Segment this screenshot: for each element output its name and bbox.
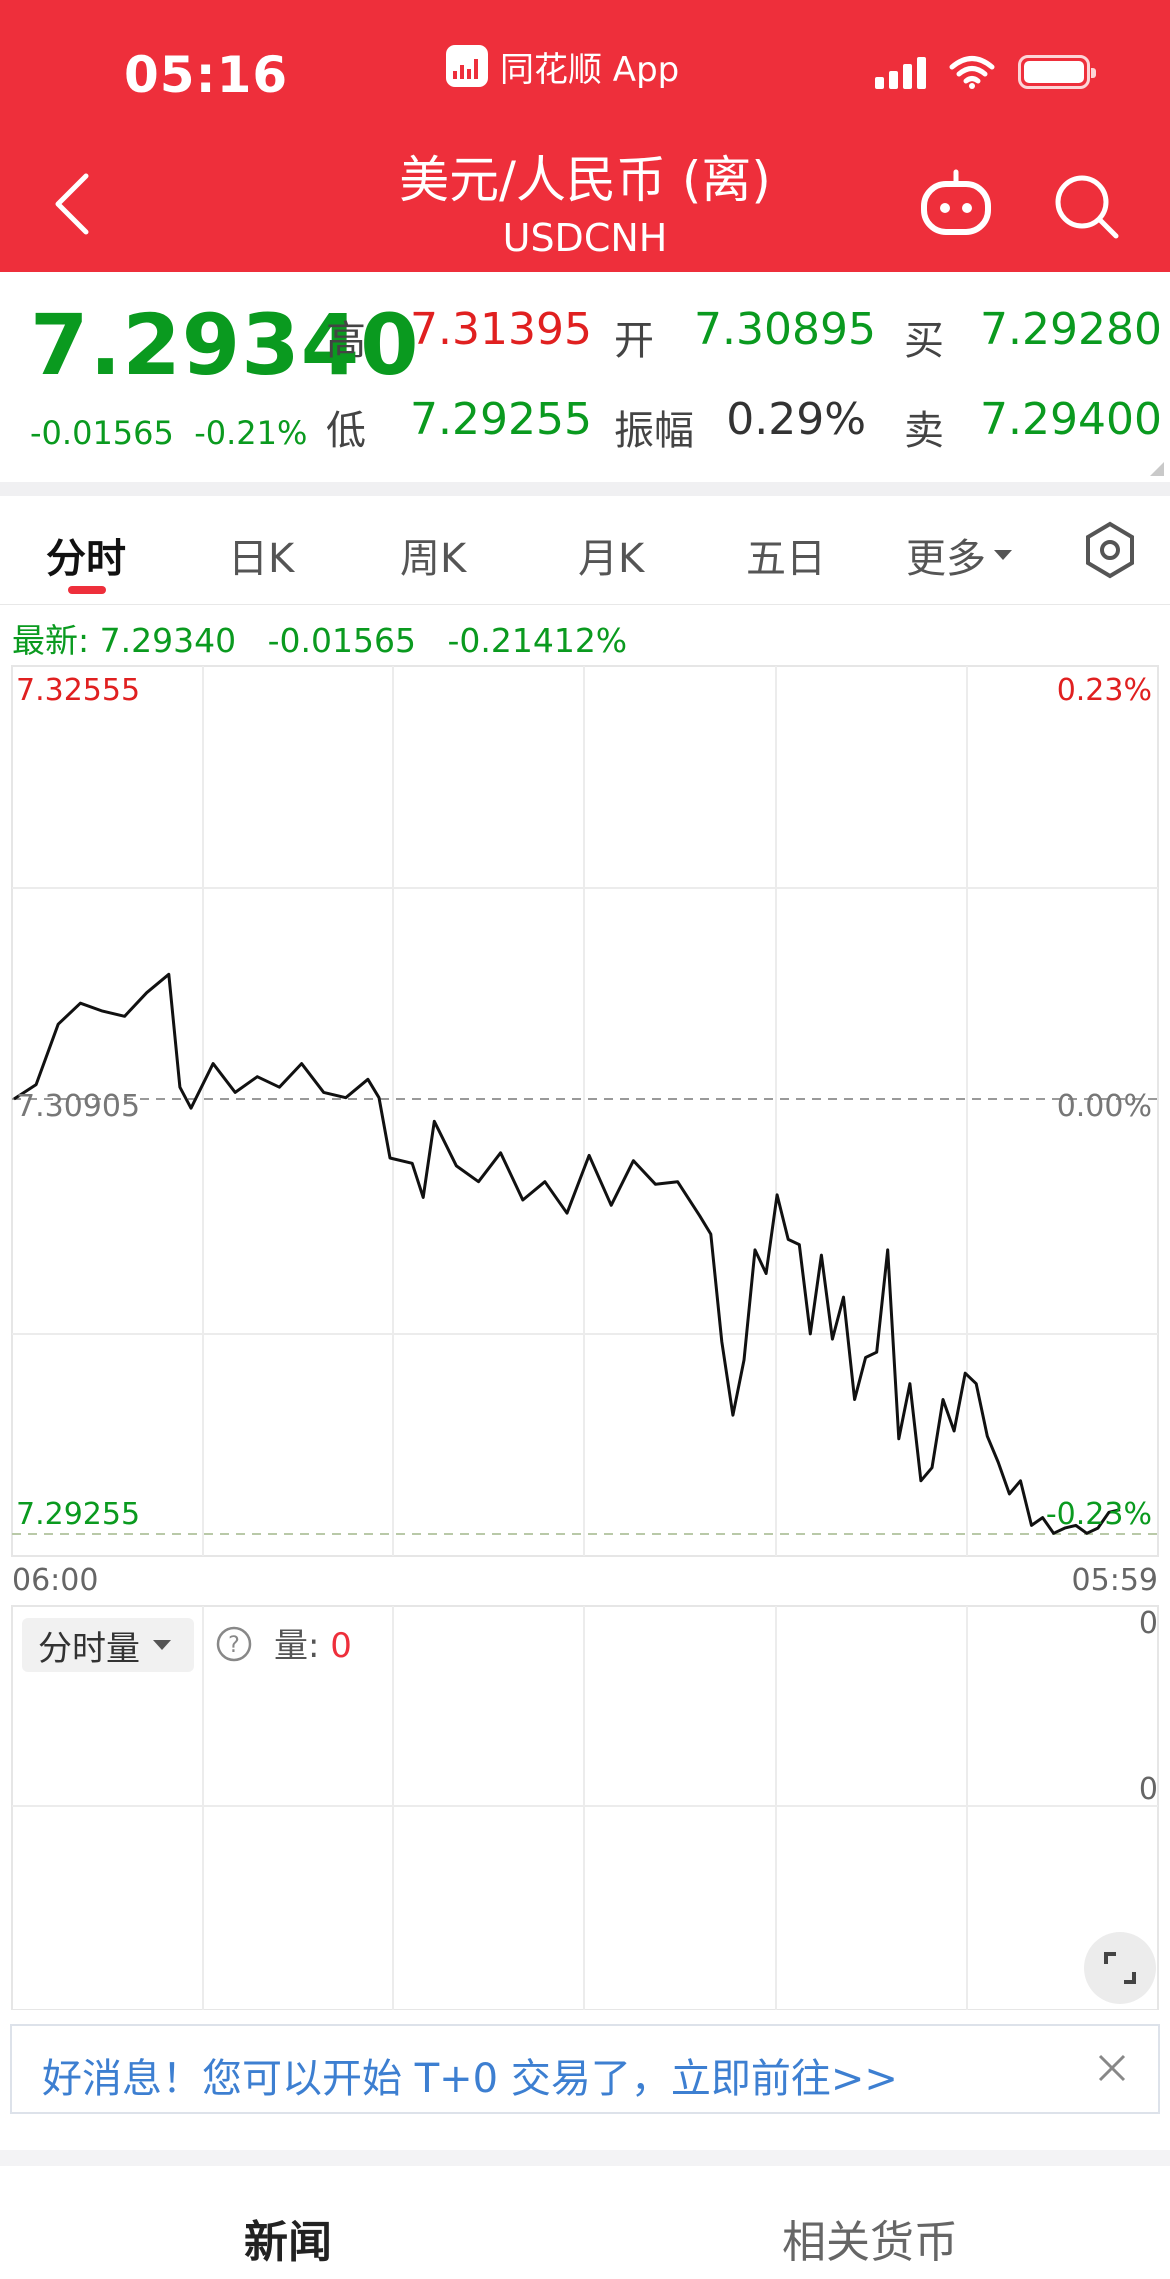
sell-value: 7.29400: [980, 394, 1162, 445]
high-value: 7.31395: [410, 304, 592, 355]
sell-label: 卖: [904, 408, 944, 454]
latest-percent: -0.21412%: [447, 621, 628, 660]
tab-monthly-k[interactable]: 月K: [578, 526, 644, 584]
tab-more[interactable]: 更多: [906, 526, 1014, 584]
bottom-tabs: 新闻 相关货币: [0, 2166, 1170, 2279]
app-logo-icon: [446, 45, 488, 87]
status-icons: [875, 54, 1096, 90]
volume-label: 量:: [274, 1626, 320, 1666]
app-header: 05:16 同花顺 App 美元/人民币 (离) USDCNH: [0, 0, 1170, 272]
amplitude-value: 0.29%: [726, 394, 866, 445]
open-value: 7.30895: [694, 304, 876, 355]
fullscreen-icon[interactable]: [1084, 1932, 1156, 2004]
search-icon[interactable]: [1052, 172, 1120, 240]
volume-readout: 量: 0: [274, 1618, 352, 1667]
page-subtitle: USDCNH: [502, 216, 668, 260]
latest-line: 最新: 7.29340 -0.01565 -0.21412%: [12, 614, 627, 662]
active-tab-indicator: [68, 586, 106, 594]
buy-value: 7.29280: [980, 304, 1162, 355]
close-icon[interactable]: [1094, 2050, 1130, 2086]
promo-banner-text: 好消息！您可以开始 T+0 交易了，立即前往>>: [42, 2056, 898, 2102]
y-axis-top-label: 7.32555: [16, 673, 140, 708]
robot-assistant-icon[interactable]: [918, 168, 994, 238]
pct-axis-top-label: 0.23%: [1057, 673, 1152, 708]
section-divider: [0, 482, 1170, 496]
wifi-icon: [949, 56, 995, 89]
latest-label: 最新:: [12, 621, 90, 660]
price-chart-grid: [11, 665, 1159, 1557]
status-time: 05:16: [124, 46, 289, 104]
low-label: 低: [326, 408, 366, 454]
price-series-line: [13, 972, 1121, 1535]
battery-icon: [1018, 55, 1096, 89]
amplitude-label: 振幅: [614, 408, 694, 454]
latest-change: -0.01565: [267, 621, 416, 660]
tab-weekly-k[interactable]: 周K: [400, 526, 466, 584]
x-axis-end-label: 05:59: [1072, 1563, 1158, 1598]
price-change: -0.01565 -0.21%: [30, 414, 307, 452]
high-label: 高: [326, 318, 366, 364]
caret-down-icon: [994, 550, 1012, 560]
cellular-signal-icon: [875, 55, 926, 89]
tab-daily-k[interactable]: 日K: [228, 526, 294, 584]
chart-settings-icon[interactable]: [1080, 520, 1140, 580]
tab-intraday[interactable]: 分时: [46, 526, 126, 584]
pct-axis-bottom-label: -0.23%: [1046, 1497, 1152, 1532]
tab-more-label: 更多: [906, 536, 986, 582]
quote-panel: 7.29340 -0.01565 -0.21% 高 7.31395 低 7.29…: [0, 272, 1170, 482]
tab-news[interactable]: 新闻: [244, 2206, 332, 2270]
volume-type-select[interactable]: 分时量: [22, 1618, 194, 1672]
svg-text:?: ?: [228, 1633, 240, 1658]
volume-axis-top-label: 0: [1138, 1606, 1158, 1641]
latest-price: 7.29340: [99, 621, 237, 660]
low-value: 7.29255: [410, 394, 592, 445]
pct-axis-mid-label: 0.00%: [1057, 1089, 1152, 1124]
open-label: 开: [614, 318, 654, 364]
status-app-name: 同花顺 App: [500, 49, 680, 90]
section-divider: [0, 2150, 1170, 2166]
help-icon[interactable]: ?: [216, 1626, 252, 1662]
chart-tabs: 分时 日K 周K 月K 五日 更多: [0, 496, 1170, 605]
change-value: -0.01565: [30, 414, 174, 452]
status-app-indicator[interactable]: 同花顺 App: [446, 44, 680, 90]
expand-corner-icon[interactable]: [1150, 462, 1164, 476]
intraday-chart[interactable]: 7.32555 7.30905 7.29255 0.23% 0.00% -0.2…: [0, 660, 1170, 2010]
x-axis-start-label: 06:00: [12, 1563, 98, 1598]
promo-banner[interactable]: 好消息！您可以开始 T+0 交易了，立即前往>>: [10, 2024, 1160, 2114]
page-title: 美元/人民币 (离): [399, 151, 771, 209]
volume-value: 0: [330, 1626, 352, 1666]
tab-related-currencies[interactable]: 相关货币: [782, 2206, 958, 2270]
volume-axis-mid-label: 0: [1138, 1772, 1158, 1807]
y-axis-mid-label: 7.30905: [16, 1089, 140, 1124]
change-percent: -0.21%: [194, 414, 308, 452]
buy-label: 买: [904, 318, 944, 364]
caret-down-icon: [153, 1640, 171, 1650]
y-axis-bottom-label: 7.29255: [16, 1497, 140, 1532]
volume-select-label: 分时量: [38, 1628, 140, 1669]
tab-five-day[interactable]: 五日: [746, 526, 826, 584]
